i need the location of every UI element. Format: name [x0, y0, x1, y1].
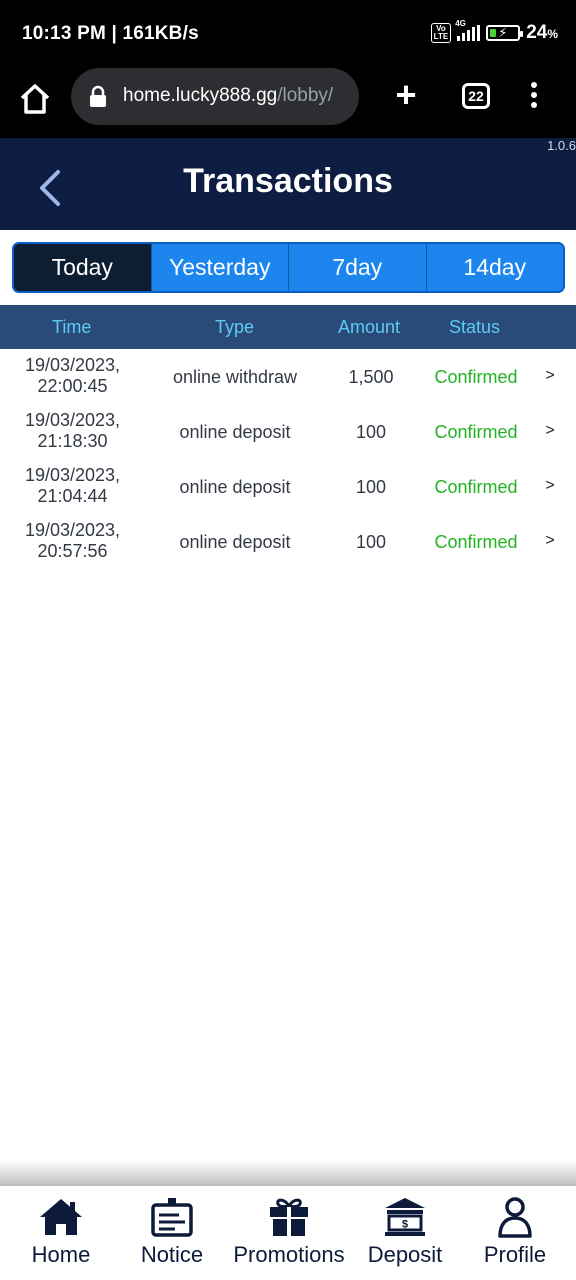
column-header-time: Time	[52, 317, 92, 337]
home-icon	[40, 1199, 82, 1235]
cell-amount: 100	[355, 477, 387, 497]
row-detail-arrow[interactable]: >	[540, 367, 560, 385]
cell-time: 19/03/2023, 22:00:45	[24, 355, 121, 396]
battery-icon: ⚡	[486, 25, 524, 41]
cell-type: online withdraw	[172, 367, 298, 387]
nav-shadow	[0, 1160, 576, 1186]
url-path: /lobby/	[277, 85, 334, 106]
column-header-status: Status	[449, 317, 501, 337]
transaction-list: 19/03/2023, 22:00:45 online withdraw 1,50…	[0, 350, 576, 570]
cell-amount: 1,500	[348, 367, 394, 387]
volte-icon: Vo LTE	[430, 23, 452, 43]
column-header-type: Type	[215, 317, 255, 337]
user-icon	[498, 1197, 532, 1238]
status-badge: Confirmed	[434, 367, 518, 387]
table-row[interactable]: 19/03/2023, 20:57:56 online deposit 100 C…	[0, 515, 576, 570]
status-icons: Vo LTE 4G ⚡ 24%	[430, 19, 558, 44]
battery-percent: 24%	[526, 22, 558, 43]
cell-time: 19/03/2023, 20:57:56	[24, 520, 121, 561]
nav-home[interactable]: Home	[16, 1196, 106, 1280]
signal-icon: 4G	[455, 19, 481, 41]
cell-time: 19/03/2023, 21:18:30	[24, 410, 121, 451]
row-detail-arrow[interactable]: >	[540, 532, 560, 550]
cell-type: online deposit	[179, 422, 291, 442]
url-host: home.lucky888.gg	[123, 85, 278, 106]
nav-label-profile: Profile	[483, 1242, 547, 1267]
cell-amount: 100	[355, 532, 387, 552]
nav-notice[interactable]: Notice	[127, 1196, 217, 1280]
tab-14day[interactable]: 14day	[425, 244, 563, 291]
table-header: Time Type Amount Status	[0, 305, 576, 349]
page: 10:13 PM | 161KB/s Vo LTE 4G ⚡ 24% home.…	[0, 0, 576, 1280]
app-header: 1.0.6 Transactions	[0, 138, 576, 230]
page-title: Transactions	[183, 162, 393, 200]
more-menu-icon[interactable]	[524, 82, 544, 112]
nav-profile[interactable]: Profile	[470, 1196, 560, 1280]
cell-type: online deposit	[179, 477, 291, 497]
bank-icon: $	[385, 1198, 425, 1236]
cell-time: 19/03/2023, 21:04:44	[24, 465, 121, 506]
nav-deposit[interactable]: $ Deposit	[360, 1196, 450, 1280]
nav-label-deposit: Deposit	[367, 1242, 443, 1267]
home-icon[interactable]	[18, 82, 52, 116]
nav-promotions[interactable]: Promotions	[226, 1196, 352, 1280]
cell-amount: 100	[355, 422, 387, 442]
bottom-nav: Home Notice Promotions $ Deposit Profile	[0, 1186, 576, 1280]
lock-icon	[90, 85, 106, 107]
status-badge: Confirmed	[434, 532, 518, 552]
row-detail-arrow[interactable]: >	[540, 422, 560, 440]
status-bar: 10:13 PM | 161KB/s Vo LTE 4G ⚡ 24%	[0, 0, 576, 68]
url-text: home.lucky888.gg/lobby/	[123, 85, 353, 107]
table-row[interactable]: 19/03/2023, 22:00:45 online withdraw 1,50…	[0, 350, 576, 405]
browser-toolbar: home.lucky888.gg/lobby/ + 22	[0, 68, 576, 138]
tab-7day[interactable]: 7day	[288, 244, 426, 291]
tab-yesterday[interactable]: Yesterday	[150, 244, 288, 291]
address-bar[interactable]: home.lucky888.gg/lobby/	[71, 68, 359, 125]
status-badge: Confirmed	[434, 477, 518, 497]
nav-label-notice: Notice	[140, 1242, 204, 1267]
gift-icon	[270, 1198, 308, 1236]
svg-text:$: $	[402, 1219, 408, 1231]
notice-icon	[151, 1198, 193, 1237]
row-detail-arrow[interactable]: >	[540, 477, 560, 495]
new-tab-button[interactable]: +	[390, 77, 422, 113]
nav-label-promotions: Promotions	[233, 1242, 345, 1267]
tab-switcher-button[interactable]: 22	[462, 83, 490, 109]
status-time-speed: 10:13 PM | 161KB/s	[22, 23, 199, 44]
table-row[interactable]: 19/03/2023, 21:04:44 online deposit 100 C…	[0, 460, 576, 515]
table-row[interactable]: 19/03/2023, 21:18:30 online deposit 100 C…	[0, 405, 576, 460]
status-badge: Confirmed	[434, 422, 518, 442]
column-header-amount: Amount	[338, 317, 401, 337]
nav-label-home: Home	[31, 1242, 91, 1267]
cell-type: online deposit	[179, 532, 291, 552]
date-range-tabs: Today Yesterday 7day 14day	[12, 242, 565, 293]
version-label: 1.0.6	[547, 138, 576, 153]
tab-today[interactable]: Today	[14, 244, 151, 291]
network-type: 4G	[455, 19, 466, 28]
